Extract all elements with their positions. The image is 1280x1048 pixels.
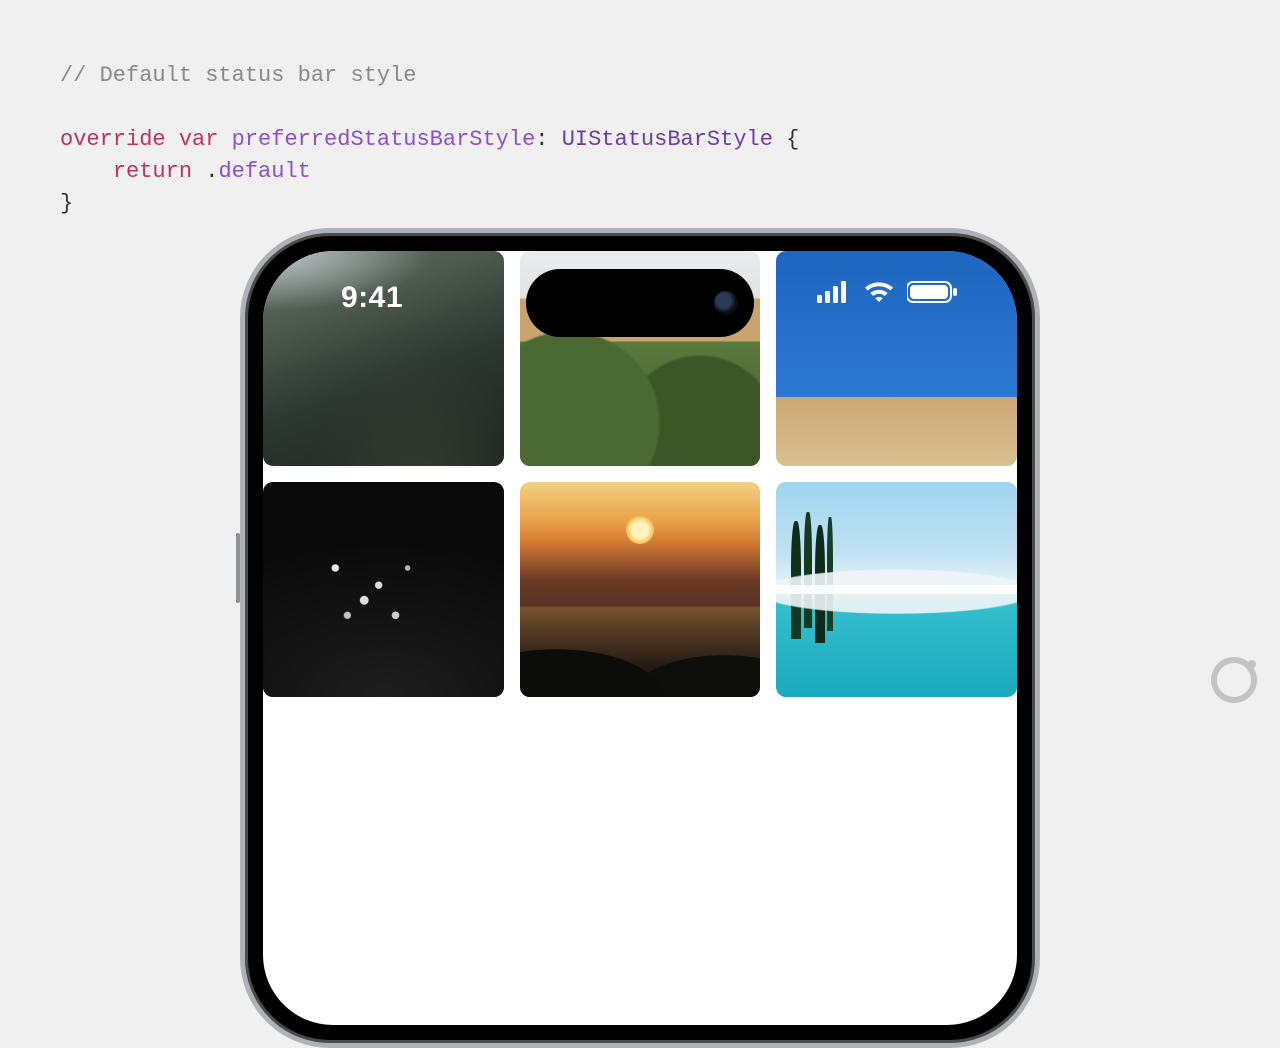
photo-tile[interactable] (520, 251, 761, 466)
code-comment: // Default status bar style (60, 63, 416, 88)
kw-var: var (179, 127, 219, 152)
rbrace: } (60, 191, 73, 216)
enum-default: default (218, 159, 310, 184)
code-snippet: // Default status bar style override var… (60, 60, 799, 219)
photo-tile[interactable] (776, 251, 1017, 466)
iphone-frame: 9:41 (240, 228, 1040, 1048)
type-UIStatusBarStyle: UIStatusBarStyle (562, 127, 773, 152)
photo-tile[interactable] (776, 482, 1017, 697)
photo-tile[interactable] (520, 482, 761, 697)
dot: . (205, 159, 218, 184)
ident-preferredStatusBarStyle: preferredStatusBarStyle (232, 127, 536, 152)
iphone-screen: 9:41 (263, 251, 1017, 1025)
watermark-icon (1208, 654, 1260, 706)
photo-grid (263, 251, 1017, 697)
colon: : (535, 127, 548, 152)
photo-tile[interactable] (263, 251, 504, 466)
photo-tile[interactable] (263, 482, 504, 697)
lbrace: { (786, 127, 799, 152)
kw-override: override (60, 127, 166, 152)
kw-return: return (113, 159, 192, 184)
